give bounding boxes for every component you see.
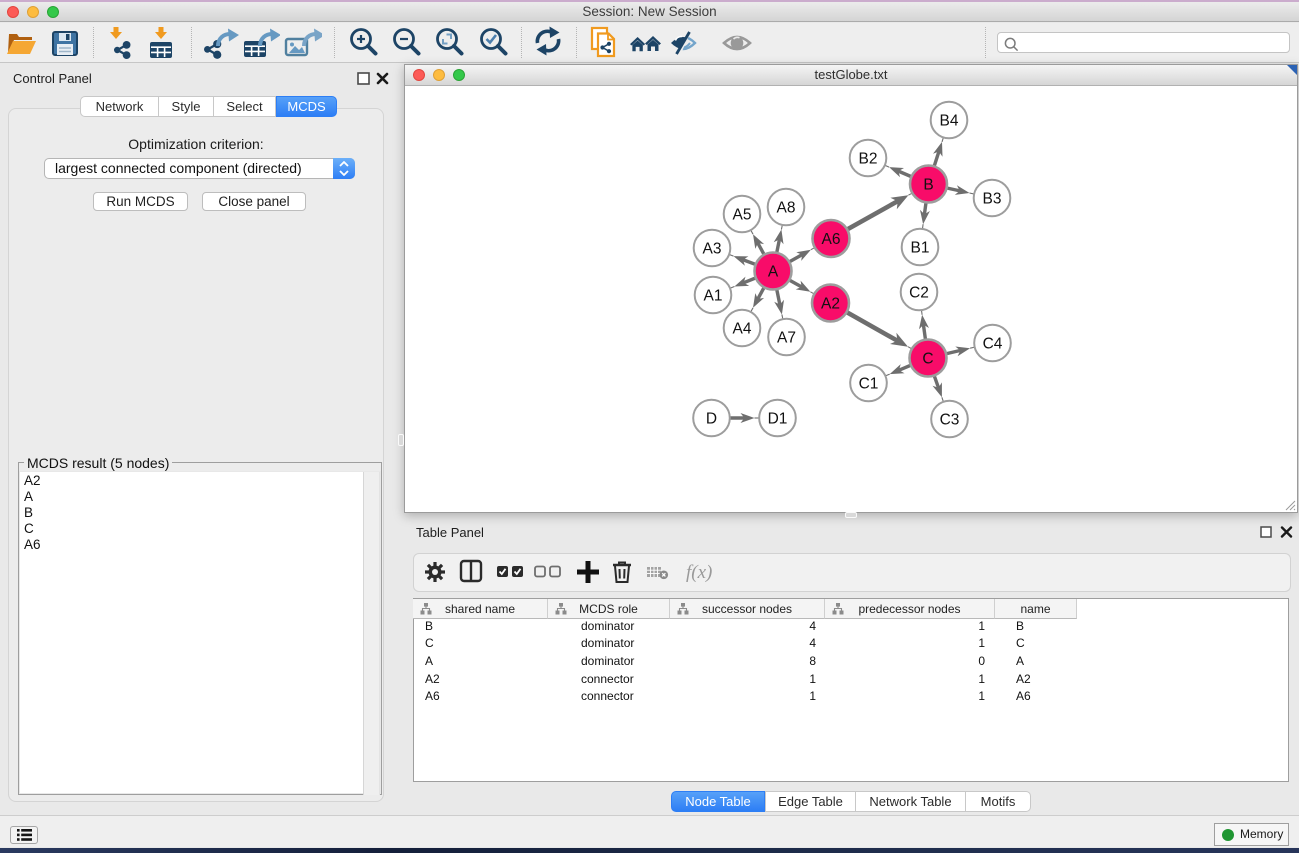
svg-text:A6: A6	[822, 231, 841, 248]
svg-text:A5: A5	[733, 207, 752, 224]
svg-text:A: A	[768, 264, 779, 281]
svg-text:A8: A8	[777, 200, 796, 217]
svg-text:A1: A1	[704, 288, 723, 305]
svg-text:A3: A3	[703, 241, 722, 258]
svg-text:C2: C2	[909, 285, 929, 302]
svg-text:C4: C4	[983, 336, 1003, 353]
svg-text:A7: A7	[777, 330, 796, 347]
svg-text:D1: D1	[768, 411, 788, 428]
svg-text:A4: A4	[733, 321, 752, 338]
svg-text:B3: B3	[983, 191, 1002, 208]
svg-text:B: B	[923, 177, 933, 194]
svg-text:A2: A2	[821, 296, 840, 313]
svg-text:C: C	[922, 351, 933, 368]
svg-text:D: D	[706, 411, 717, 428]
svg-text:B4: B4	[940, 113, 959, 130]
svg-text:C1: C1	[859, 376, 879, 393]
svg-text:f(x): f(x)	[686, 562, 712, 583]
svg-text:C3: C3	[940, 412, 960, 429]
svg-text:B2: B2	[859, 151, 878, 168]
svg-text:B1: B1	[911, 240, 930, 257]
